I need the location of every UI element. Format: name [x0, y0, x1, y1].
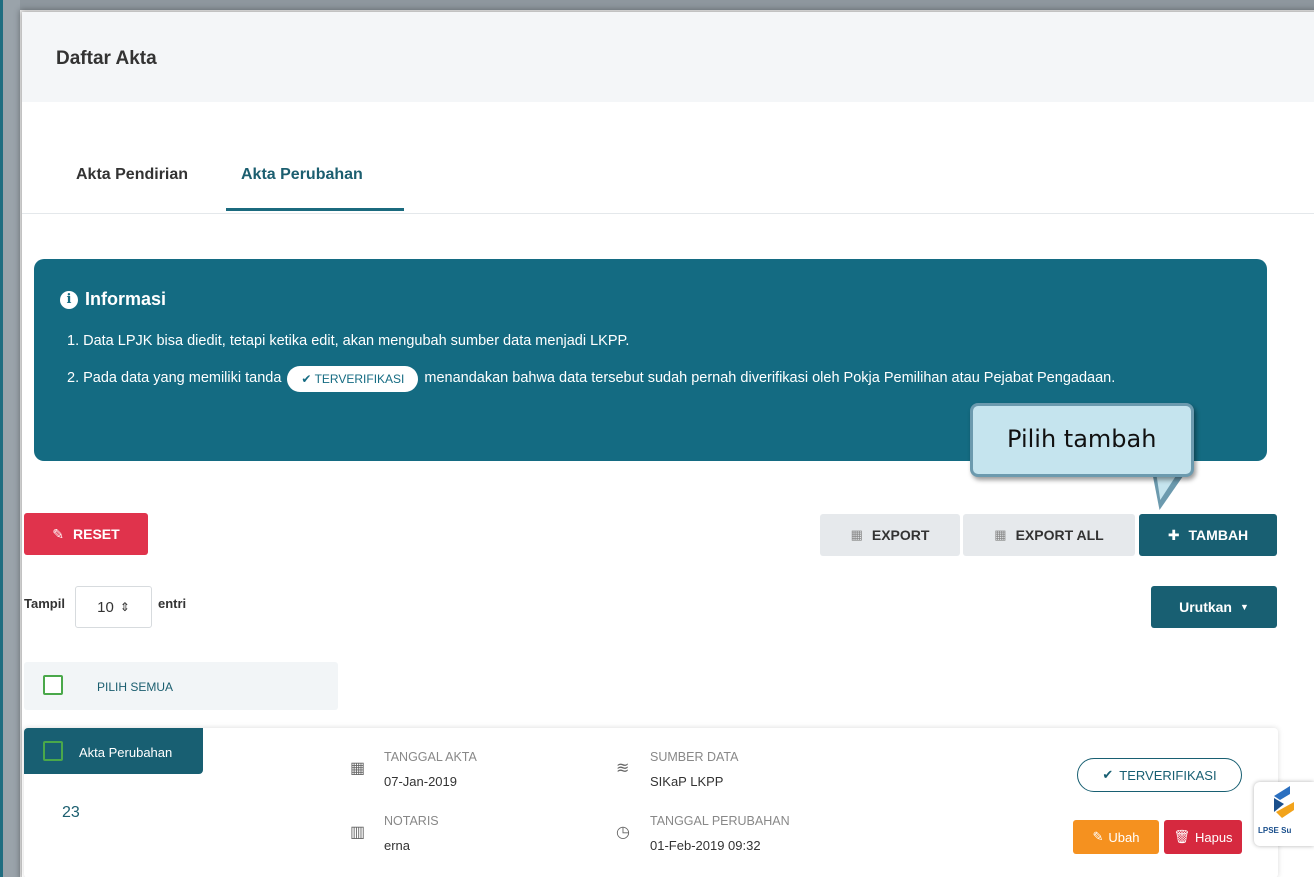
add-button[interactable]: ✚ TAMBAH	[1139, 514, 1277, 556]
row-checkbox[interactable]	[43, 741, 63, 761]
sumber-data-value: SIKaP LKPP	[650, 774, 724, 789]
callout-annotation: Pilih tambah	[970, 403, 1194, 477]
tanggal-perubahan-label: TANGGAL PERUBAHAN	[650, 814, 790, 828]
select-all-checkbox[interactable]	[43, 675, 63, 695]
sort-arrows-icon: ⇕	[119, 600, 130, 614]
select-all-bar: PILIH SEMUA	[24, 662, 338, 710]
notaris-value: erna	[384, 838, 411, 853]
page-size-value: 10	[97, 598, 114, 616]
lpse-logo-icon	[1274, 786, 1294, 818]
table-icon: ▦	[994, 527, 1007, 542]
info-line-2-end: menandakan bahwa data tersebut sudah per…	[424, 370, 1116, 386]
tab-akta-perubahan[interactable]: Akta Perubahan	[241, 166, 363, 184]
trash-icon: 🗑	[1173, 829, 1190, 844]
window-frame-left	[0, 0, 20, 877]
check-icon: ✔	[1102, 767, 1114, 782]
lpse-badge-text: LPSE Su	[1258, 826, 1292, 835]
sumber-data-label: SUMBER DATA	[650, 750, 739, 764]
tanggal-perubahan-value: 01-Feb-2019 09:32	[650, 838, 761, 853]
callout-text: Pilih tambah	[1007, 425, 1157, 453]
delete-button[interactable]: 🗑 Hapus	[1164, 820, 1242, 854]
record-type-label: Akta Perubahan	[79, 745, 173, 760]
tanggal-akta-label: TANGGAL AKTA	[384, 750, 477, 764]
status-badge-label: TERVERIFIKASI	[1119, 767, 1217, 783]
export-all-button[interactable]: ▦ EXPORT ALL	[963, 514, 1135, 556]
window-frame-top	[0, 0, 1314, 10]
info-heading: i Informasi	[60, 289, 166, 310]
edit-icon: ✎	[1092, 829, 1104, 844]
add-label: TAMBAH	[1188, 527, 1249, 543]
verified-badge-sample: ✔ TERVERIFIKASI	[287, 365, 419, 392]
verified-badge-sample-label: TERVERIFIKASI	[314, 371, 405, 386]
record-type-tag: Akta Perubahan	[24, 728, 203, 774]
edit-icon: ✎	[52, 525, 65, 542]
page-size-select[interactable]: 10 ⇕	[75, 586, 152, 628]
info-icon: i	[60, 290, 78, 309]
database-icon: ≋	[616, 760, 630, 777]
sort-label: Urutkan	[1179, 599, 1232, 615]
info-line-2: 2. Pada data yang memiliki tanda ✔ TERVER…	[67, 363, 1237, 394]
reset-button[interactable]: ✎ RESET	[24, 513, 148, 555]
tab-akta-pendirian[interactable]: Akta Pendirian	[76, 166, 188, 184]
status-badge: ✔ TERVERIFIKASI	[1077, 758, 1242, 792]
export-button[interactable]: ▦ EXPORT	[820, 514, 960, 556]
record-number: 23	[62, 804, 80, 821]
list-item: Akta Perubahan 23 ▦ TANGGAL AKTA 07-Jan-…	[24, 728, 1278, 877]
tab-bar: Akta Pendirian Akta Perubahan	[22, 160, 1314, 214]
export-all-label: EXPORT ALL	[1015, 527, 1104, 543]
tanggal-akta-value: 07-Jan-2019	[384, 774, 457, 789]
card-header: Daftar Akta	[22, 12, 1314, 102]
reset-label: RESET	[73, 526, 120, 542]
delete-label: Hapus	[1194, 829, 1233, 845]
clock-icon: ◷	[616, 824, 630, 841]
plus-icon: ✚	[1167, 526, 1180, 543]
building-icon: ▥	[350, 824, 366, 841]
info-heading-text: Informasi	[85, 289, 167, 309]
window-frame-accent	[0, 0, 3, 877]
select-all-label[interactable]: PILIH SEMUA	[97, 680, 173, 694]
table-icon: ▦	[850, 527, 863, 542]
show-label: Tampil	[24, 596, 65, 611]
notaris-label: NOTARIS	[384, 814, 439, 828]
lpse-support-badge[interactable]: LPSE Su	[1254, 782, 1314, 846]
sort-dropdown-button[interactable]: Urutkan ▼	[1151, 586, 1277, 628]
edit-button[interactable]: ✎ Ubah	[1073, 820, 1159, 854]
info-line-1: 1. Data LPJK bisa diedit, tetapi ketika …	[67, 333, 630, 349]
page-title: Daftar Akta	[56, 48, 157, 69]
check-icon: ✔	[301, 371, 315, 386]
export-label: EXPORT	[871, 527, 930, 543]
entries-label: entri	[158, 596, 187, 611]
active-tab-indicator	[226, 208, 404, 211]
calendar-icon: ▦	[350, 760, 366, 777]
caret-down-icon: ▼	[1239, 602, 1249, 612]
info-line-2-start: 2. Pada data yang memiliki tanda	[67, 370, 282, 386]
edit-label: Ubah	[1108, 829, 1140, 845]
